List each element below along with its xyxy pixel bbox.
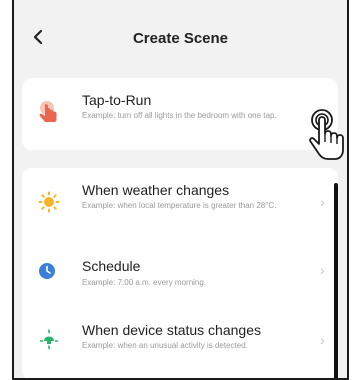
chevron-right-icon: ›	[320, 332, 325, 348]
automation-card: When weather changes Example: when local…	[22, 168, 338, 378]
page-title: Create Scene	[132, 30, 229, 47]
condition-device-status[interactable]: When device status changes Example: when…	[22, 298, 338, 378]
app-screen: Create Scene Tap-to-Run Example: turn of…	[12, 0, 349, 380]
sun-icon	[38, 191, 60, 218]
condition-device-status-title: When device status changes	[82, 322, 261, 338]
device-status-icon	[38, 328, 60, 355]
hand-tap-icon	[38, 100, 60, 129]
condition-schedule-title: Schedule	[82, 258, 141, 274]
clock-icon	[38, 262, 56, 285]
condition-device-status-description: Example: when an unusual activity is det…	[82, 341, 248, 350]
top-bar: Create Scene	[14, 0, 347, 68]
tap-to-run-description: Example: turn off all lights in the bedr…	[82, 111, 277, 120]
tap-to-run-card[interactable]: Tap-to-Run Example: turn off all lights …	[22, 78, 338, 150]
chevron-right-icon: ›	[320, 194, 325, 210]
scrollbar[interactable]	[334, 183, 338, 378]
tap-to-run-row[interactable]: Tap-to-Run Example: turn off all lights …	[22, 78, 338, 150]
condition-schedule-description: Example: 7:00 a.m. every morning.	[82, 278, 207, 287]
condition-weather-description: Example: when local temperature is great…	[82, 201, 277, 210]
tap-pointer-icon	[302, 108, 347, 166]
chevron-right-icon: ›	[320, 262, 325, 278]
tap-to-run-title: Tap-to-Run	[82, 92, 152, 108]
condition-weather-title: When weather changes	[82, 182, 230, 198]
condition-weather[interactable]: When weather changes Example: when local…	[22, 168, 338, 238]
condition-schedule[interactable]: Schedule Example: 7:00 a.m. every mornin…	[22, 238, 338, 298]
